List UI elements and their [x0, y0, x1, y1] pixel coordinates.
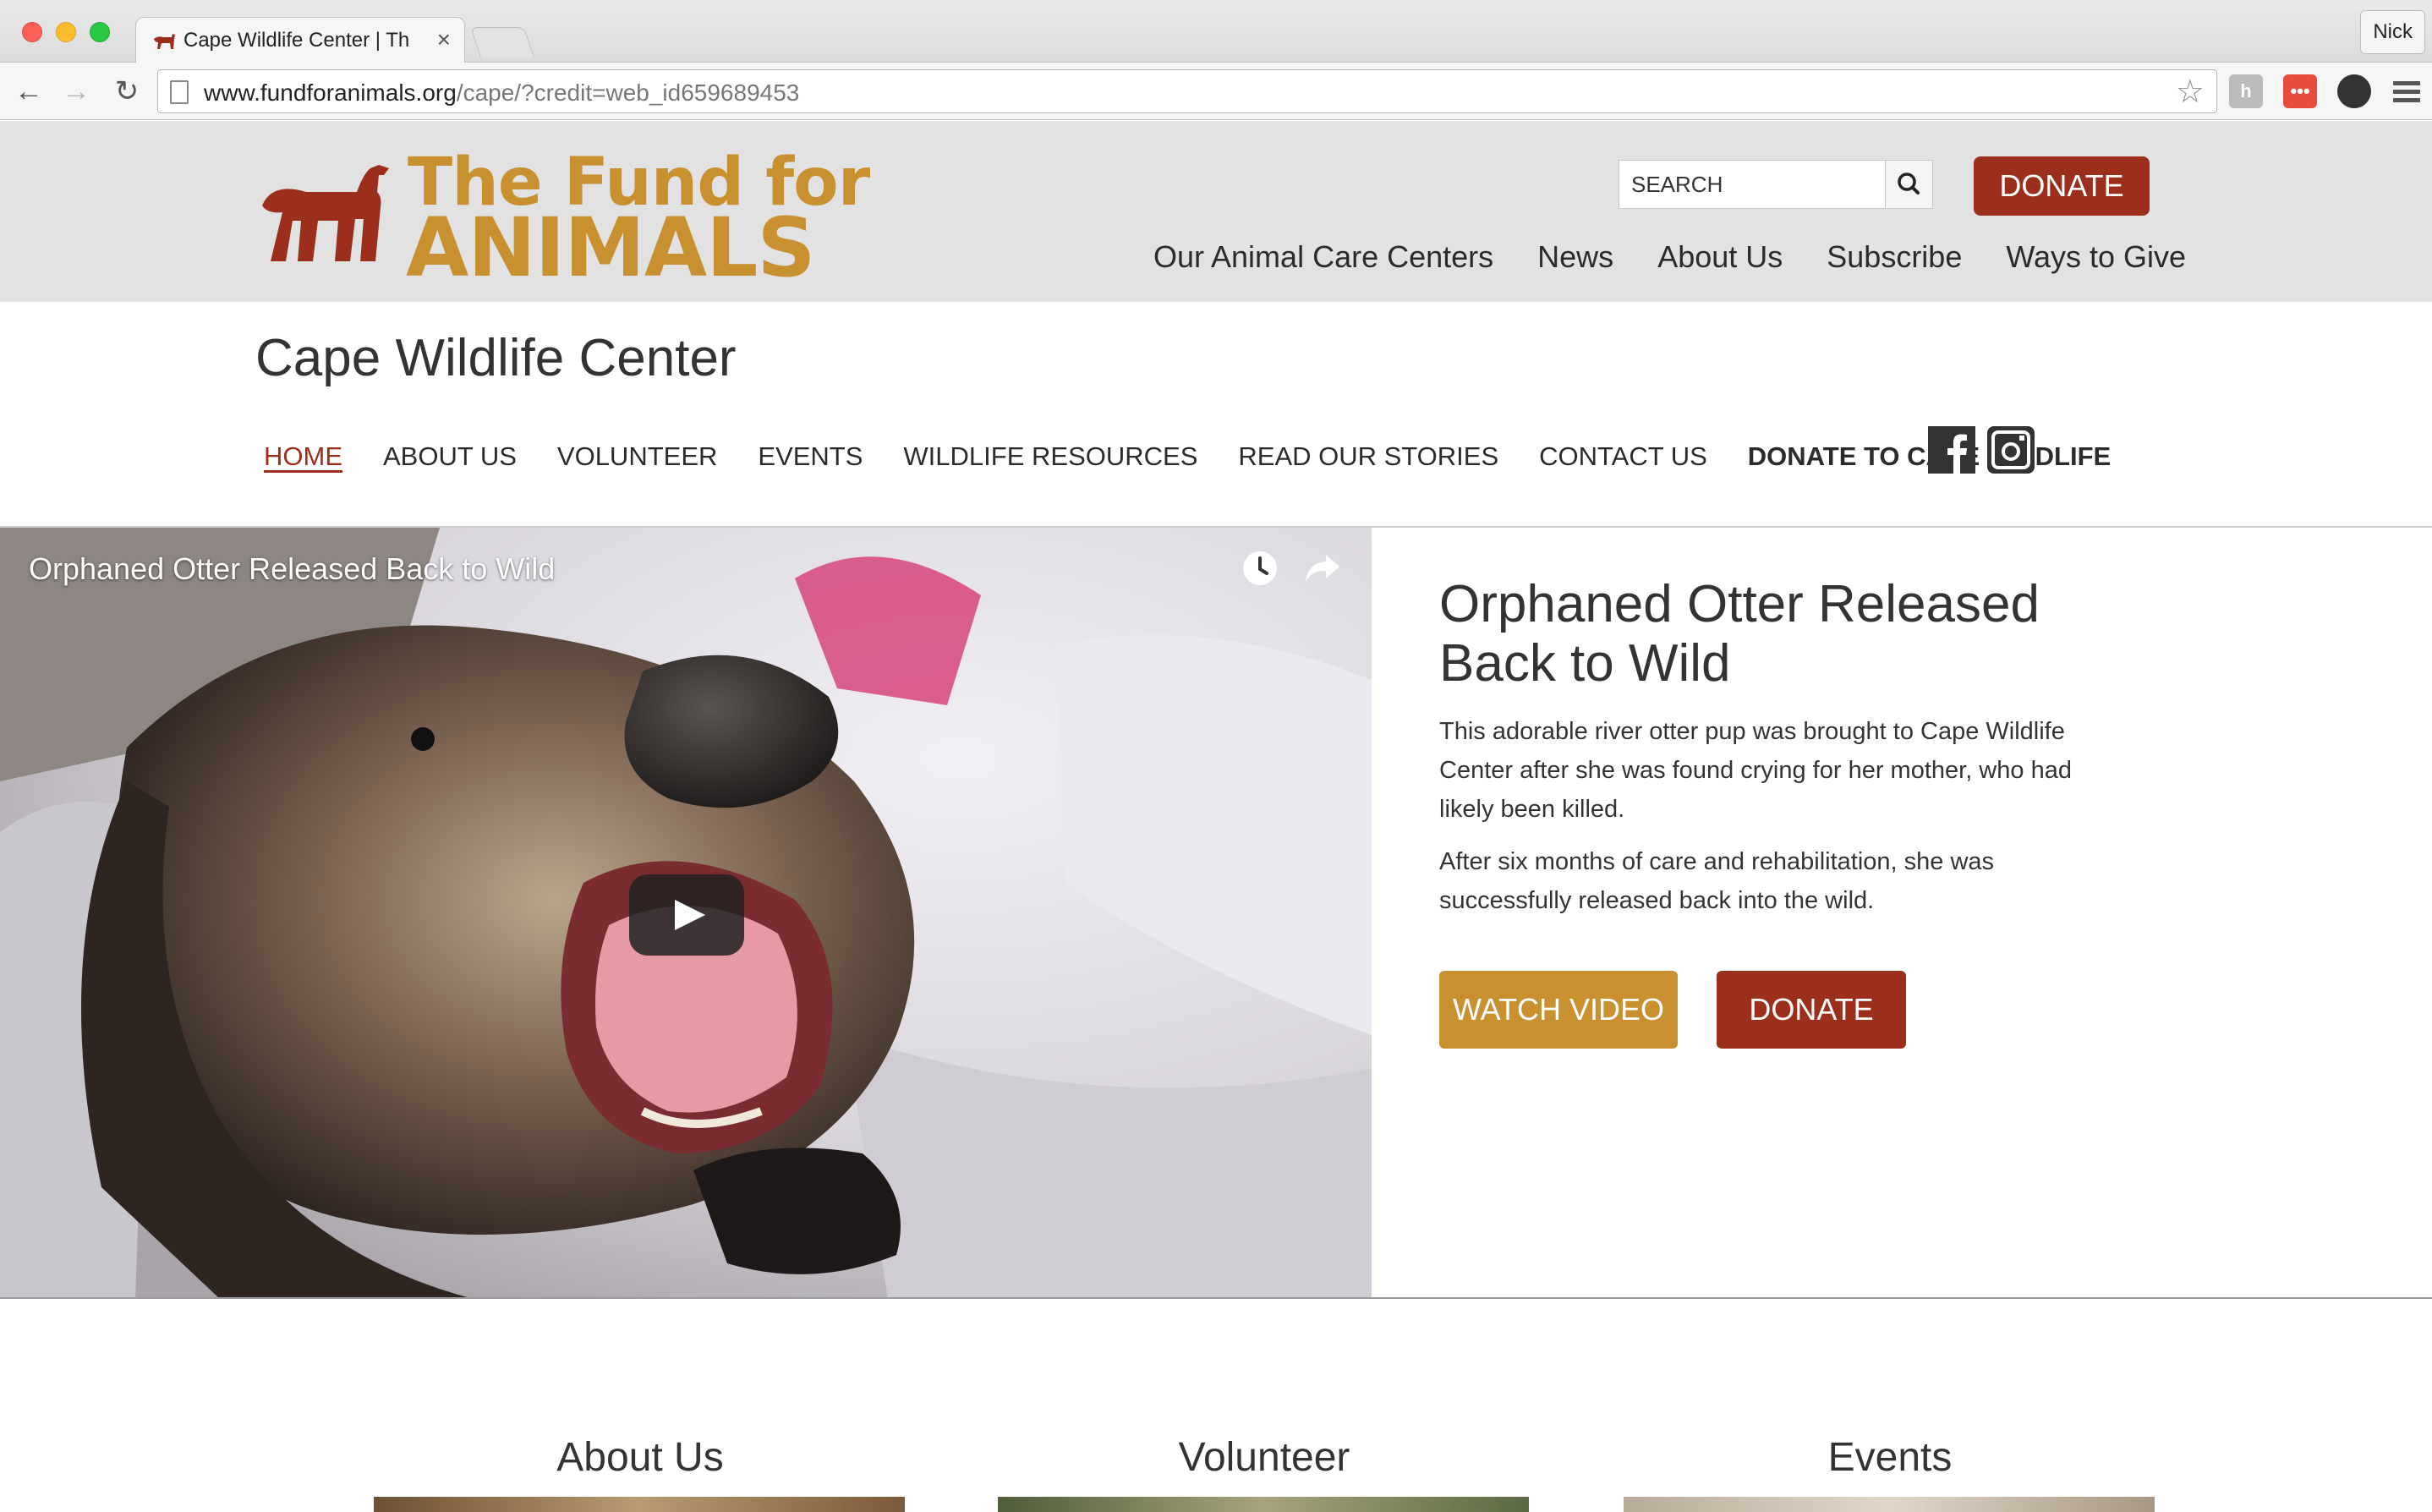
forward-arrow-icon[interactable]: →	[59, 74, 93, 108]
extension-dots-icon[interactable]: •••	[2283, 74, 2317, 108]
share-arrow-icon[interactable]	[1302, 550, 1341, 587]
search-button[interactable]	[1885, 161, 1932, 208]
nav-ways-to-give[interactable]: Ways to Give	[2006, 239, 2186, 275]
search-icon	[1898, 173, 1920, 194]
subnav-about-us[interactable]: ABOUT US	[383, 441, 517, 472]
extension-h-icon[interactable]: h	[2229, 74, 2263, 108]
center-nav: HOME ABOUT US VOLUNTEER EVENTS WILDLIFE …	[264, 441, 2151, 472]
card-image-about-us[interactable]	[374, 1497, 905, 1512]
card-image-events[interactable]	[1624, 1497, 2155, 1512]
divider	[0, 1297, 2432, 1299]
subnav-wildlife-resources[interactable]: WILDLIFE RESOURCES	[903, 441, 1197, 472]
tab-title: Cape Wildlife Center | The Fund for Anim…	[183, 29, 410, 52]
search-input[interactable]	[1619, 161, 1885, 208]
browser-tab-active[interactable]: Cape Wildlife Center | The Fund for Anim…	[135, 17, 465, 64]
card-title-about-us[interactable]: About Us	[374, 1434, 907, 1481]
url-host: www.fundforanimals.org	[204, 79, 457, 106]
watch-later-clock-icon[interactable]	[1241, 550, 1279, 587]
reload-icon[interactable]: ↻	[110, 74, 144, 108]
donate-button-header[interactable]: DONATE	[1974, 156, 2150, 216]
subnav-home[interactable]: HOME	[264, 441, 342, 472]
facebook-icon[interactable]	[1928, 426, 1975, 474]
url-path: /cape/?credit=web_id659689453	[456, 79, 800, 106]
subnav-volunteer[interactable]: VOLUNTEER	[557, 441, 717, 472]
page-title: Cape Wildlife Center	[255, 329, 737, 387]
nav-about-us[interactable]: About Us	[1657, 239, 1783, 275]
subnav-events[interactable]: EVENTS	[758, 441, 863, 472]
search-box	[1619, 160, 1933, 209]
logo-text-bottom: ANIMALS	[406, 200, 815, 295]
instagram-icon[interactable]	[1987, 426, 2035, 474]
card-image-volunteer[interactable]	[998, 1497, 1529, 1512]
main-nav: Our Animal Care Centers News About Us Su…	[1153, 239, 2186, 275]
fund-logo-favicon-icon	[154, 34, 175, 49]
maximize-window-icon[interactable]	[90, 22, 110, 42]
story-title: Orphaned Otter Released Back to Wild	[1439, 575, 2040, 693]
site-logo[interactable]: The Fund for ANIMALS	[255, 145, 870, 295]
browser-toolbar: ← → ↻ www.fundforanimals.org/cape/?credi…	[0, 63, 2432, 120]
nav-animal-care-centers[interactable]: Our Animal Care Centers	[1153, 239, 1493, 275]
profile-button[interactable]: Nick	[2360, 10, 2425, 54]
card-title-events[interactable]: Events	[1624, 1434, 2156, 1481]
back-arrow-icon[interactable]: ←	[12, 74, 46, 108]
story-actions: WATCH VIDEO DONATE	[1439, 971, 2116, 1049]
story-paragraph: This adorable river otter pup was brough…	[1439, 718, 2072, 823]
address-bar[interactable]: www.fundforanimals.org/cape/?credit=web_…	[157, 69, 2217, 113]
featured-story: Orphaned Otter Released Back to Wild Thi…	[1439, 575, 2116, 1049]
nav-news[interactable]: News	[1537, 239, 1613, 275]
url-text[interactable]: www.fundforanimals.org/cape/?credit=web_…	[204, 79, 799, 107]
browser-tab-strip: Cape Wildlife Center | The Fund for Anim…	[0, 0, 2432, 64]
subnav-contact-us[interactable]: CONTACT US	[1539, 441, 1707, 472]
watch-video-button[interactable]: WATCH VIDEO	[1439, 971, 1678, 1049]
play-button[interactable]	[629, 874, 744, 956]
browser-menu-icon[interactable]	[2393, 81, 2420, 103]
new-tab-button[interactable]	[470, 27, 534, 58]
extension-circle-icon[interactable]	[2337, 74, 2371, 108]
nav-subscribe[interactable]: Subscribe	[1827, 239, 1962, 275]
donate-button-story[interactable]: DONATE	[1717, 971, 1906, 1049]
tab-close-icon[interactable]: ×	[437, 26, 451, 53]
close-window-icon[interactable]	[22, 22, 42, 42]
bookmark-star-icon[interactable]: ☆	[2176, 75, 2205, 109]
video-title: Orphaned Otter Released Back to Wild	[29, 551, 556, 586]
site-header: The Fund for ANIMALS DONATE Our Animal C…	[0, 121, 2432, 302]
page-icon	[170, 80, 189, 104]
card-title-volunteer[interactable]: Volunteer	[998, 1434, 1531, 1481]
video-player[interactable]: Orphaned Otter Released Back to Wild	[0, 528, 1372, 1299]
animal-logo-icon	[262, 165, 389, 261]
minimize-window-icon[interactable]	[56, 22, 76, 42]
subnav-read-our-stories[interactable]: READ OUR STORIES	[1238, 441, 1498, 472]
story-paragraph: After six months of care and rehabilitat…	[1439, 848, 1995, 914]
